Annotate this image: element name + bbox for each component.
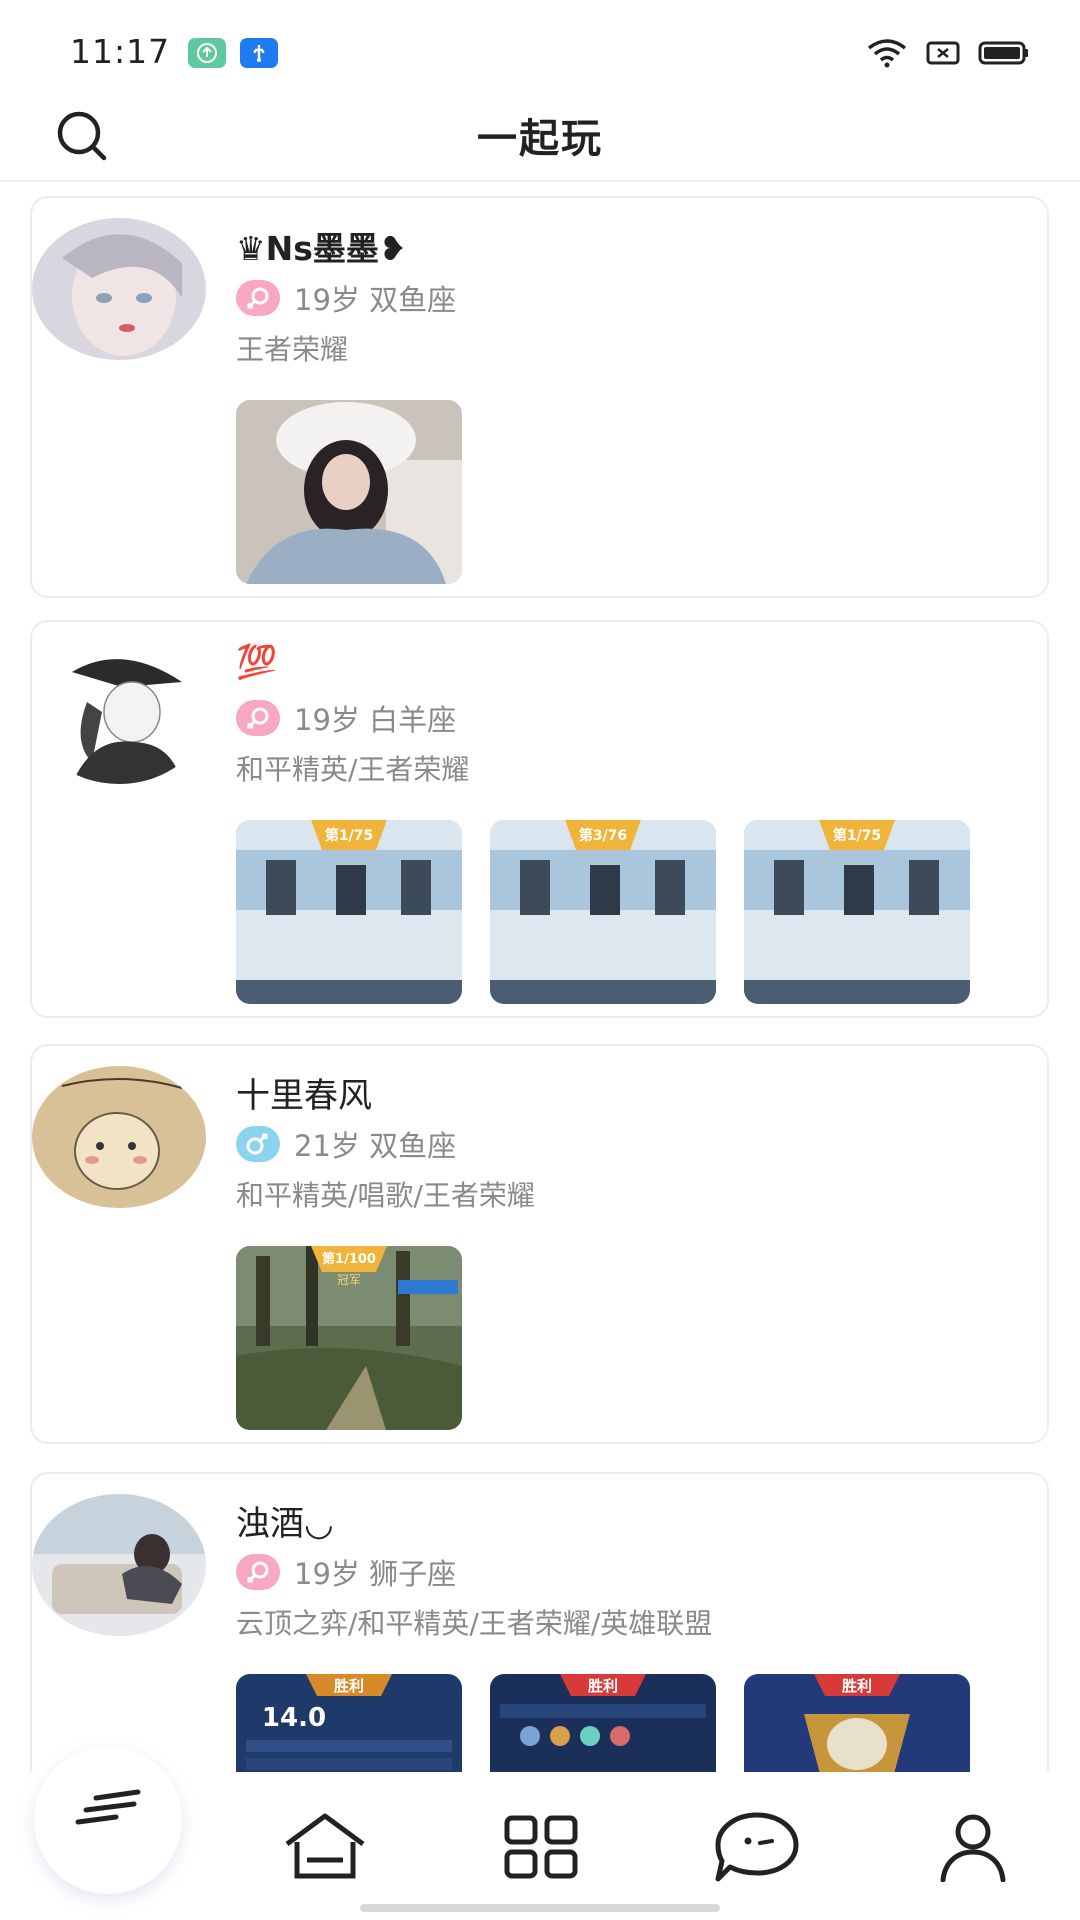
battery-icon [978, 40, 1030, 70]
user-avatar[interactable] [32, 1066, 206, 1208]
user-games: 云顶之弈/和平精英/王者荣耀/英雄联盟 [236, 1607, 713, 1640]
user-photo[interactable]: 第1/100 冠军 [236, 1246, 462, 1430]
photo-result-label: 胜利 [334, 1677, 364, 1695]
photo-rank-label: 第1/75 [833, 827, 881, 844]
photo-result-label: 胜利 [842, 1677, 872, 1695]
nav-home-button[interactable] [280, 1802, 370, 1892]
user-age-zodiac: 19岁 白羊座 [294, 703, 457, 737]
user-avatar[interactable] [32, 1494, 206, 1636]
home-icon [285, 1813, 365, 1879]
user-photo[interactable] [236, 400, 462, 584]
photo-rank-label: 第1/75 [325, 827, 373, 844]
male-gender-icon [236, 1126, 280, 1162]
photo-rank-label: 第3/76 [579, 827, 627, 844]
grid-icon [504, 1815, 578, 1879]
page-title: 一起玩 [477, 116, 603, 162]
user-card[interactable]: 💯 19岁 白羊座 和平精英/王者荣耀 第1/75 第3/76 第1/75 [30, 620, 1049, 1018]
female-gender-icon [236, 700, 280, 736]
user-photo[interactable]: 第1/75 [744, 820, 970, 1004]
user-age-zodiac: 19岁 双鱼座 [294, 283, 457, 317]
user-photo[interactable]: 胜利 14.0 [236, 1674, 462, 1772]
user-games: 和平精英/唱歌/王者荣耀 [236, 1179, 535, 1212]
user-avatar[interactable] [32, 218, 206, 360]
user-nickname: 浊酒◡ [236, 1504, 334, 1544]
nav-feed-button[interactable] [34, 1746, 182, 1894]
user-photo[interactable]: 胜利 [744, 1674, 970, 1772]
user-photo[interactable]: 第3/76 [490, 820, 716, 1004]
status-time: 11:17 [70, 32, 171, 71]
user-games: 王者荣耀 [236, 333, 349, 366]
photo-score-label: 14.0 [262, 1703, 326, 1733]
photo-rank-label: 第1/100 [322, 1251, 376, 1267]
photo-result-label: 胜利 [588, 1677, 618, 1695]
chat-bubble-icon [715, 1812, 799, 1882]
female-gender-icon [236, 280, 280, 316]
top-header: 一起玩 [0, 90, 1080, 182]
feed-lines-icon [75, 1789, 141, 1825]
user-card[interactable]: 十里春风 21岁 双鱼座 和平精英/唱歌/王者荣耀 第1/100 冠军 [30, 1044, 1049, 1444]
user-card[interactable]: ♛Ns墨墨❥ 19岁 双鱼座 王者荣耀 [30, 196, 1049, 598]
sim-card-icon [926, 40, 960, 70]
person-icon [940, 1814, 1006, 1882]
home-indicator[interactable] [360, 1904, 720, 1912]
wifi-icon [866, 38, 908, 72]
user-nickname: 十里春风 [236, 1076, 372, 1116]
nav-apps-button[interactable] [496, 1802, 586, 1892]
user-photo[interactable]: 第1/75 [236, 820, 462, 1004]
bottom-navigation [0, 1746, 1080, 1920]
female-gender-icon [236, 1554, 280, 1590]
user-photo[interactable]: 胜利 [490, 1674, 716, 1772]
user-avatar[interactable] [32, 642, 206, 784]
upload-notification-icon [188, 38, 226, 68]
nav-messages-button[interactable] [712, 1802, 802, 1892]
user-age-zodiac: 19岁 狮子座 [294, 1557, 457, 1591]
usb-notification-icon [240, 38, 278, 68]
user-feed[interactable]: ♛Ns墨墨❥ 19岁 双鱼座 王者荣耀 💯 19岁 白羊座 和平精英/王者荣耀 … [0, 184, 1080, 1772]
user-age-zodiac: 21岁 双鱼座 [294, 1129, 457, 1163]
user-nickname: 💯 [236, 642, 278, 681]
status-bar: 11:17 [0, 0, 1080, 90]
user-nickname: ♛Ns墨墨❥ [236, 229, 407, 268]
photo-result-label: 冠军 [337, 1273, 361, 1287]
user-games: 和平精英/王者荣耀 [236, 753, 470, 786]
nav-profile-button[interactable] [928, 1802, 1018, 1892]
user-card[interactable]: 浊酒◡ 19岁 狮子座 云顶之弈/和平精英/王者荣耀/英雄联盟 胜利 14.0 胜… [30, 1472, 1049, 1772]
